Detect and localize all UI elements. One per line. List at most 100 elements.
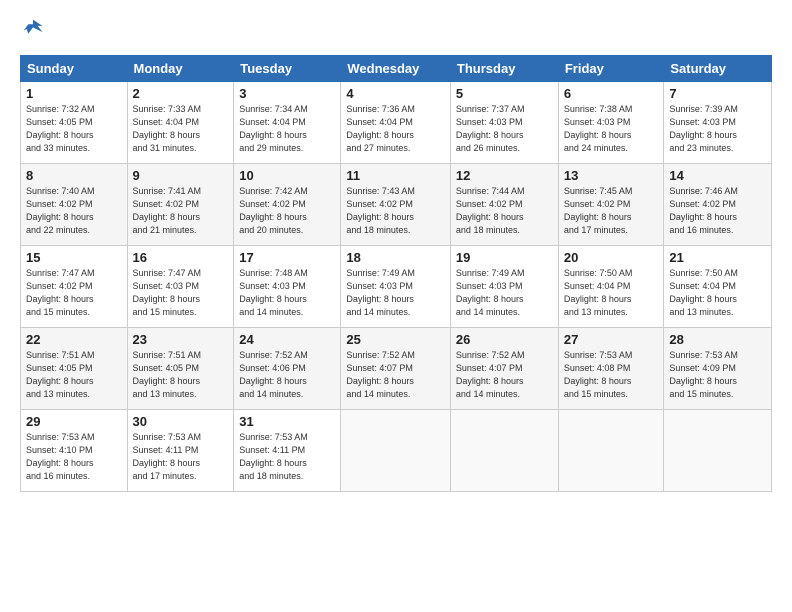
day-number: 28: [669, 332, 766, 347]
day-info: Sunrise: 7:40 AM Sunset: 4:02 PM Dayligh…: [26, 185, 122, 237]
day-number: 24: [239, 332, 335, 347]
day-number: 14: [669, 168, 766, 183]
day-info: Sunrise: 7:51 AM Sunset: 4:05 PM Dayligh…: [133, 349, 229, 401]
day-info: Sunrise: 7:39 AM Sunset: 4:03 PM Dayligh…: [669, 103, 766, 155]
calendar-day-12: 12 Sunrise: 7:44 AM Sunset: 4:02 PM Dayli…: [450, 164, 558, 246]
day-info: Sunrise: 7:50 AM Sunset: 4:04 PM Dayligh…: [564, 267, 659, 319]
calendar-day-11: 11 Sunrise: 7:43 AM Sunset: 4:02 PM Dayli…: [341, 164, 451, 246]
calendar-week-5: 29Sunrise: 7:53 AM Sunset: 4:10 PM Dayli…: [21, 410, 772, 492]
day-number: 23: [133, 332, 229, 347]
day-number: 4: [346, 86, 445, 101]
day-number: 19: [456, 250, 553, 265]
day-info: Sunrise: 7:42 AM Sunset: 4:02 PM Dayligh…: [239, 185, 335, 237]
logo: [20, 22, 46, 45]
day-info: Sunrise: 7:32 AM Sunset: 4:05 PM Dayligh…: [26, 103, 122, 155]
day-info: Sunrise: 7:49 AM Sunset: 4:03 PM Dayligh…: [346, 267, 445, 319]
calendar-day-25: 25 Sunrise: 7:52 AM Sunset: 4:07 PM Dayli…: [341, 328, 451, 410]
day-info: Sunrise: 7:45 AM Sunset: 4:02 PM Dayligh…: [564, 185, 659, 237]
calendar-day-5: 5 Sunrise: 7:37 AM Sunset: 4:03 PM Daylig…: [450, 82, 558, 164]
day-info: Sunrise: 7:53 AM Sunset: 4:08 PM Dayligh…: [564, 349, 659, 401]
day-number: 26: [456, 332, 553, 347]
day-info: Sunrise: 7:41 AM Sunset: 4:02 PM Dayligh…: [133, 185, 229, 237]
day-number: 11: [346, 168, 445, 183]
day-info: Sunrise: 7:43 AM Sunset: 4:02 PM Dayligh…: [346, 185, 445, 237]
calendar-day-22: 22 Sunrise: 7:51 AM Sunset: 4:05 PM Dayli…: [21, 328, 128, 410]
day-info: Sunrise: 7:36 AM Sunset: 4:04 PM Dayligh…: [346, 103, 445, 155]
empty-cell: [558, 410, 664, 492]
calendar-day-18: 18 Sunrise: 7:49 AM Sunset: 4:03 PM Dayli…: [341, 246, 451, 328]
calendar-table: SundayMondayTuesdayWednesdayThursdayFrid…: [20, 55, 772, 492]
calendar-day-9: 9 Sunrise: 7:41 AM Sunset: 4:02 PM Daylig…: [127, 164, 234, 246]
day-info: Sunrise: 7:37 AM Sunset: 4:03 PM Dayligh…: [456, 103, 553, 155]
day-info: Sunrise: 7:52 AM Sunset: 4:06 PM Dayligh…: [239, 349, 335, 401]
day-number: 15: [26, 250, 122, 265]
calendar-week-2: 8 Sunrise: 7:40 AM Sunset: 4:02 PM Daylig…: [21, 164, 772, 246]
day-number: 25: [346, 332, 445, 347]
calendar-day-31: 31Sunrise: 7:53 AM Sunset: 4:11 PM Dayli…: [234, 410, 341, 492]
day-number: 8: [26, 168, 122, 183]
column-header-saturday: Saturday: [664, 56, 772, 82]
column-header-tuesday: Tuesday: [234, 56, 341, 82]
calendar-day-19: 19Sunrise: 7:49 AM Sunset: 4:03 PM Dayli…: [450, 246, 558, 328]
page: SundayMondayTuesdayWednesdayThursdayFrid…: [0, 0, 792, 502]
day-info: Sunrise: 7:52 AM Sunset: 4:07 PM Dayligh…: [346, 349, 445, 401]
calendar-day-23: 23 Sunrise: 7:51 AM Sunset: 4:05 PM Dayli…: [127, 328, 234, 410]
day-number: 12: [456, 168, 553, 183]
day-info: Sunrise: 7:44 AM Sunset: 4:02 PM Dayligh…: [456, 185, 553, 237]
calendar-week-4: 22 Sunrise: 7:51 AM Sunset: 4:05 PM Dayli…: [21, 328, 772, 410]
day-number: 29: [26, 414, 122, 429]
day-number: 30: [133, 414, 229, 429]
day-info: Sunrise: 7:48 AM Sunset: 4:03 PM Dayligh…: [239, 267, 335, 319]
day-number: 13: [564, 168, 659, 183]
day-number: 16: [133, 250, 229, 265]
calendar-day-10: 10Sunrise: 7:42 AM Sunset: 4:02 PM Dayli…: [234, 164, 341, 246]
day-number: 18: [346, 250, 445, 265]
calendar-day-15: 15 Sunrise: 7:47 AM Sunset: 4:02 PM Dayli…: [21, 246, 128, 328]
calendar-day-21: 21Sunrise: 7:50 AM Sunset: 4:04 PM Dayli…: [664, 246, 772, 328]
day-info: Sunrise: 7:52 AM Sunset: 4:07 PM Dayligh…: [456, 349, 553, 401]
day-number: 27: [564, 332, 659, 347]
calendar-day-8: 8 Sunrise: 7:40 AM Sunset: 4:02 PM Daylig…: [21, 164, 128, 246]
day-info: Sunrise: 7:38 AM Sunset: 4:03 PM Dayligh…: [564, 103, 659, 155]
empty-cell: [450, 410, 558, 492]
day-info: Sunrise: 7:53 AM Sunset: 4:11 PM Dayligh…: [133, 431, 229, 483]
column-header-friday: Friday: [558, 56, 664, 82]
calendar-day-27: 27 Sunrise: 7:53 AM Sunset: 4:08 PM Dayli…: [558, 328, 664, 410]
calendar-week-1: 1 Sunrise: 7:32 AM Sunset: 4:05 PM Daylig…: [21, 82, 772, 164]
calendar-day-16: 16 Sunrise: 7:47 AM Sunset: 4:03 PM Dayli…: [127, 246, 234, 328]
day-info: Sunrise: 7:34 AM Sunset: 4:04 PM Dayligh…: [239, 103, 335, 155]
calendar-day-26: 26 Sunrise: 7:52 AM Sunset: 4:07 PM Dayli…: [450, 328, 558, 410]
calendar-day-14: 14 Sunrise: 7:46 AM Sunset: 4:02 PM Dayli…: [664, 164, 772, 246]
column-header-monday: Monday: [127, 56, 234, 82]
day-number: 2: [133, 86, 229, 101]
calendar-day-20: 20 Sunrise: 7:50 AM Sunset: 4:04 PM Dayli…: [558, 246, 664, 328]
calendar-day-6: 6Sunrise: 7:38 AM Sunset: 4:03 PM Daylig…: [558, 82, 664, 164]
calendar-day-3: 3 Sunrise: 7:34 AM Sunset: 4:04 PM Daylig…: [234, 82, 341, 164]
day-number: 1: [26, 86, 122, 101]
calendar-header-row: SundayMondayTuesdayWednesdayThursdayFrid…: [21, 56, 772, 82]
day-info: Sunrise: 7:53 AM Sunset: 4:09 PM Dayligh…: [669, 349, 766, 401]
day-number: 22: [26, 332, 122, 347]
calendar-day-13: 13 Sunrise: 7:45 AM Sunset: 4:02 PM Dayli…: [558, 164, 664, 246]
calendar-day-4: 4 Sunrise: 7:36 AM Sunset: 4:04 PM Daylig…: [341, 82, 451, 164]
day-info: Sunrise: 7:47 AM Sunset: 4:02 PM Dayligh…: [26, 267, 122, 319]
calendar-day-30: 30 Sunrise: 7:53 AM Sunset: 4:11 PM Dayli…: [127, 410, 234, 492]
empty-cell: [341, 410, 451, 492]
day-number: 7: [669, 86, 766, 101]
day-number: 3: [239, 86, 335, 101]
calendar-day-29: 29Sunrise: 7:53 AM Sunset: 4:10 PM Dayli…: [21, 410, 128, 492]
day-number: 5: [456, 86, 553, 101]
day-number: 9: [133, 168, 229, 183]
day-number: 20: [564, 250, 659, 265]
header: [20, 18, 772, 45]
calendar-day-2: 2Sunrise: 7:33 AM Sunset: 4:04 PM Daylig…: [127, 82, 234, 164]
day-info: Sunrise: 7:47 AM Sunset: 4:03 PM Dayligh…: [133, 267, 229, 319]
day-info: Sunrise: 7:51 AM Sunset: 4:05 PM Dayligh…: [26, 349, 122, 401]
day-info: Sunrise: 7:46 AM Sunset: 4:02 PM Dayligh…: [669, 185, 766, 237]
day-number: 21: [669, 250, 766, 265]
day-info: Sunrise: 7:53 AM Sunset: 4:11 PM Dayligh…: [239, 431, 335, 483]
column-header-thursday: Thursday: [450, 56, 558, 82]
calendar-day-28: 28 Sunrise: 7:53 AM Sunset: 4:09 PM Dayli…: [664, 328, 772, 410]
calendar-day-24: 24 Sunrise: 7:52 AM Sunset: 4:06 PM Dayli…: [234, 328, 341, 410]
calendar-day-17: 17Sunrise: 7:48 AM Sunset: 4:03 PM Dayli…: [234, 246, 341, 328]
